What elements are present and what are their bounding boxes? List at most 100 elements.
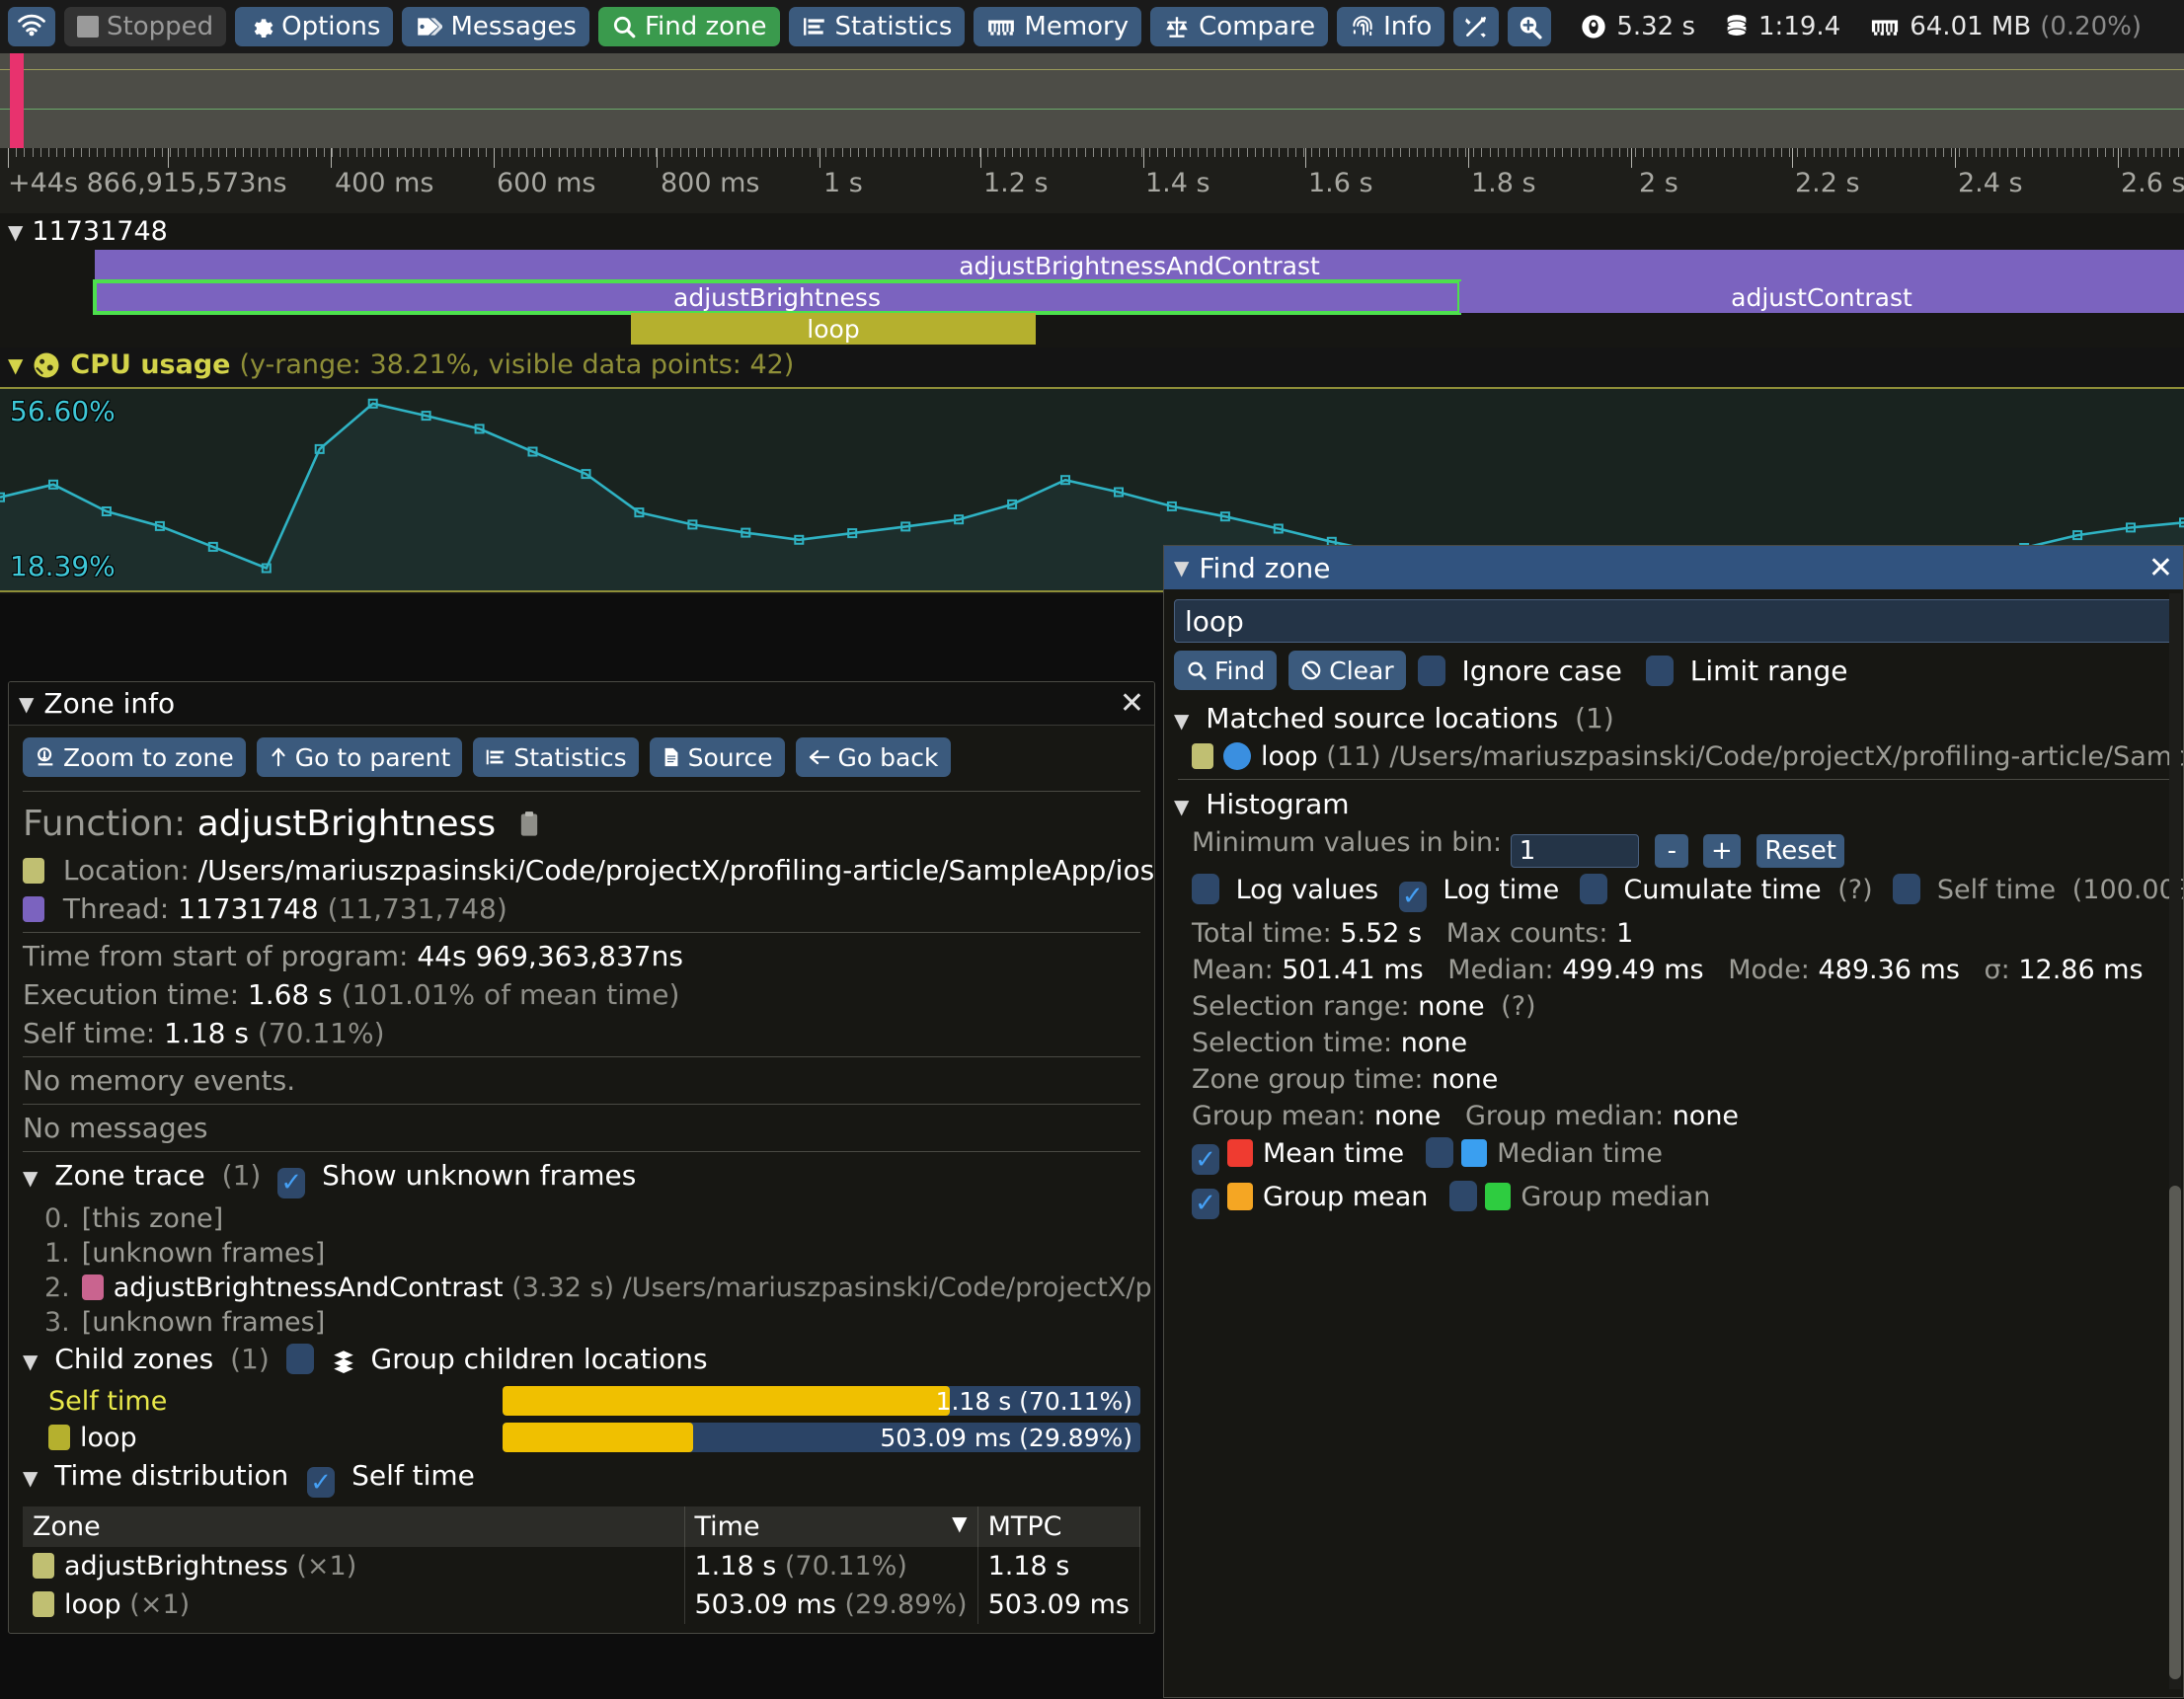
child-zones-label: Child zones [54,1342,214,1375]
table-row[interactable]: adjustBrightness (×1) 1.18 s (70.11%) 1.18… [23,1547,1141,1585]
messages-button[interactable]: Messages [402,7,589,46]
child-zone-name: Self time [48,1386,503,1417]
selection-range-row: Selection range: none (?) [1164,988,2183,1025]
matched-radio[interactable] [1223,742,1251,770]
ruler-tick [388,148,390,157]
ruler-tick [1894,148,1896,157]
tools-button[interactable] [1453,7,1500,46]
find-zone-button[interactable]: Find zone [597,7,780,46]
zone-trace-row[interactable]: 1. [unknown frames] [9,1236,1154,1271]
cpu-plot-header[interactable]: ▼ CPU usage (y-range: 38.21%, visible da… [0,348,2184,382]
ruler-tick [1448,148,1450,157]
ruler-tick [833,148,835,157]
find-button[interactable]: Find [1174,651,1278,690]
histogram-header[interactable]: ▼ Histogram [1164,784,2183,824]
zone-bar-loop[interactable]: loop [631,313,1036,345]
matched-source-locations-header[interactable]: ▼ Matched source locations (1) [1164,698,2183,738]
find-zone-title-bar[interactable]: ▼ Find zone ✕ [1164,546,2183,589]
ruler-tick [1991,148,1992,157]
matched-source-location-row[interactable]: loop (11) /Users/mariuszpasinski/Code/pr… [1164,738,2183,775]
zone-bar-adjustContrast[interactable]: adjustContrast [1459,281,2184,313]
source-button[interactable]: Source [649,737,785,777]
ruler-tick [671,148,673,157]
child-zone-row[interactable]: loop 503.09 ms (29.89%) [9,1420,1154,1456]
ruler-tick [1165,148,1167,157]
search-input[interactable]: loop [1174,599,2173,643]
ruler-ticks [0,148,2184,170]
thread-header[interactable]: ▼ 11731748 [0,213,2184,250]
cumulate-time-checkbox[interactable] [1579,874,1607,904]
child-zones-header[interactable]: ▼ Child zones (1) Group children locatio… [9,1340,1154,1383]
show-unknown-frames-checkbox[interactable] [277,1167,306,1198]
compare-button[interactable]: Compare [1150,7,1329,46]
legend-checkbox-group-median[interactable] [1449,1181,1478,1211]
execution-time-label: Execution time: [23,978,239,1011]
zone-bar-adjustBrightness[interactable]: adjustBrightness [93,279,1461,315]
time-from-start-label: Time from start of program: [23,940,409,972]
zone-trace-row[interactable]: 0. [this zone] [9,1201,1154,1236]
zone-trace-row[interactable]: 3. [unknown frames] [9,1305,1154,1340]
go-back-button[interactable]: Go back [795,737,951,777]
log-values-checkbox[interactable] [1192,874,1219,904]
thread-label: Thread: [62,892,170,925]
zone-bar-adjustBrightnessAndContrast[interactable]: adjustBrightnessAndContrast [95,250,2184,281]
zoom-tool-button[interactable] [1508,7,1552,46]
selection-range-help[interactable]: (?) [1501,991,1535,1022]
options-button[interactable]: Options [235,7,394,46]
time-ruler[interactable]: +44s 866,915,573ns 400 ms 600 ms 800 ms 1 s 1… [0,148,2184,213]
min-values-decrement-button[interactable]: - [1655,834,1689,868]
group-children-checkbox[interactable] [285,1343,314,1374]
legend-checkbox-group-mean[interactable] [1192,1188,1219,1219]
ruler-tick [542,148,544,157]
ruler-label: 400 ms [335,168,434,198]
close-icon[interactable]: ✕ [1120,686,1144,721]
table-column-mtpc[interactable]: MTPC [977,1506,1141,1547]
zone-info-button-row: Zoom to zone Go to parent Statistics Sou… [9,726,1154,787]
min-values-increment-button[interactable]: + [1702,834,1741,868]
min-values-input[interactable]: 1 [1510,834,1639,868]
zoom-to-zone-button[interactable]: Zoom to zone [23,737,246,777]
legend-checkbox-median-time[interactable] [1426,1136,1454,1168]
clipboard-icon[interactable] [517,807,541,847]
memory-label: Memory [1024,12,1130,41]
memory-button[interactable]: Memory [974,7,1142,46]
find-zone-scrollbar[interactable] [2169,593,2181,1689]
limit-range-checkbox[interactable] [1645,655,1674,686]
zone-trace-row[interactable]: 2. adjustBrightnessAndContrast (3.32 s) /… [9,1271,1154,1305]
connection-status-button[interactable] [8,7,55,46]
time-distribution-header[interactable]: ▼ Time distribution Self time [9,1456,1154,1502]
clear-button[interactable]: Clear [1288,651,1406,690]
go-to-parent-button[interactable]: Go to parent [256,737,463,777]
cumulate-time-help[interactable]: (?) [1837,875,1872,905]
scrollbar-thumb[interactable] [2169,1186,2181,1679]
ruler-tick [1263,148,1264,157]
statistics-button[interactable]: Statistics [788,7,966,46]
table-column-zone[interactable]: Zone [23,1506,685,1547]
zone-trace-header[interactable]: ▼ Zone trace (1) Show unknown frames [9,1156,1154,1201]
time-distribution-self-time-checkbox[interactable] [307,1467,336,1498]
log-time-checkbox[interactable] [1398,881,1427,912]
self-time-label: Self time [1936,875,2057,905]
ruler-tick [737,148,738,157]
info-button[interactable]: Info [1337,7,1445,46]
stat-time: 5.32 s [1580,12,1695,41]
zone-info-title: Zone info [43,687,176,720]
table-column-time[interactable]: Time ▼ [684,1506,978,1547]
self-time-checkbox[interactable] [1893,874,1921,904]
zone-info-title-bar[interactable]: ▼ Zone info ✕ [9,682,1154,726]
child-zone-row[interactable]: Self time 1.18 s (70.11%) [9,1383,1154,1420]
table-row[interactable]: loop (×1) 503.09 ms (29.89%) 503.09 ms [23,1585,1141,1624]
ruler-tick [1602,148,1604,157]
chevron-down-icon: ▼ [19,691,35,716]
ruler-tick [1587,148,1588,157]
ruler-tick-major [8,148,9,168]
reset-button[interactable]: Reset [1756,834,1844,868]
legend-checkbox-mean-time[interactable] [1192,1144,1219,1175]
location-value[interactable]: /Users/mariuszpasinski/Code/projectX/pro… [198,854,1154,887]
frame-strip[interactable] [0,53,2184,148]
timeline[interactable]: ▼ 11731748 adjustBrightnessAndContrast ad… [0,213,2184,348]
statistics-button[interactable]: Statistics [473,737,639,777]
ignore-case-checkbox[interactable] [1417,655,1445,686]
close-icon[interactable]: ✕ [2148,551,2173,585]
stopped-button[interactable]: Stopped [64,7,227,46]
